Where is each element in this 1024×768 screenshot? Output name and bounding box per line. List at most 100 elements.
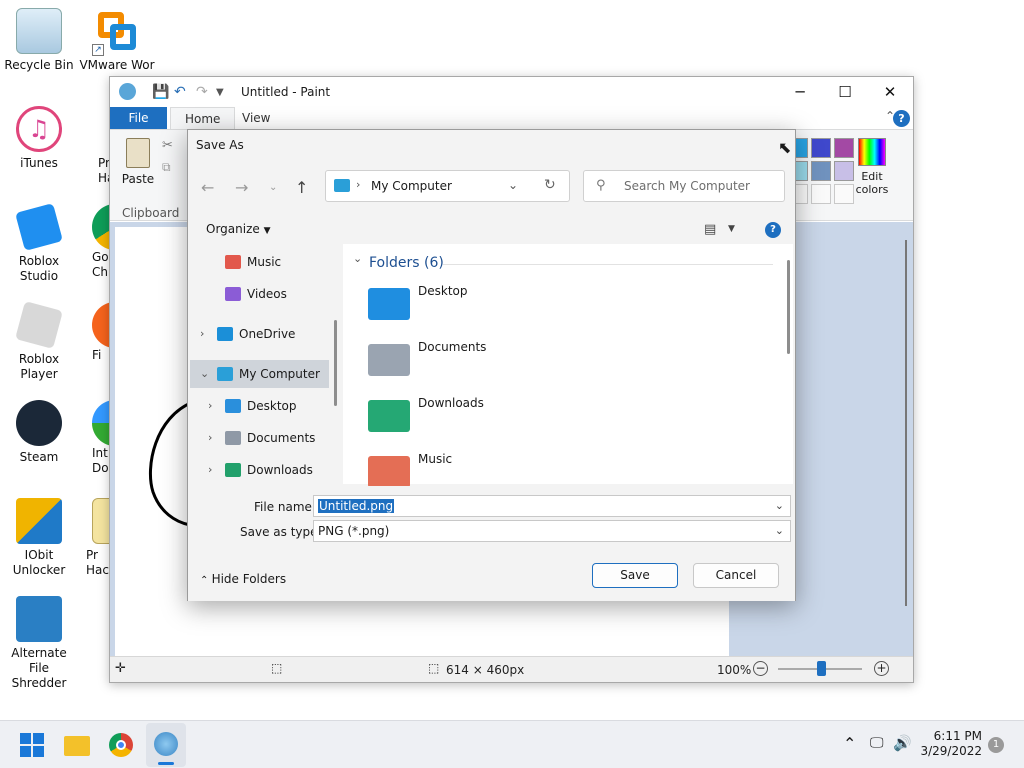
close-button[interactable]: ✕: [867, 77, 913, 107]
folder-item[interactable]: Downloads: [368, 396, 668, 440]
help-icon[interactable]: ?: [893, 110, 910, 127]
edit-colors-button[interactable]: Edit colors: [852, 136, 892, 196]
desktop-icon-hidden-idm[interactable]: Int Dov: [92, 400, 110, 476]
folder-icon: [368, 344, 410, 376]
nav-item[interactable]: › Documents: [190, 424, 329, 452]
address-bar[interactable]: › My Computer ⌄ ↻: [325, 170, 570, 202]
vertical-scrollbar[interactable]: [905, 240, 907, 606]
folder-icon: [368, 400, 410, 432]
cancel-button[interactable]: Cancel: [693, 563, 779, 588]
save-type-dropdown-icon: ⌄: [774, 524, 784, 537]
file-explorer-taskbar-button[interactable]: [64, 733, 90, 757]
desktop-icon-roblox-player[interactable]: Roblox Player: [0, 301, 78, 382]
save-button[interactable]: Save: [592, 563, 678, 588]
steam-icon: [16, 400, 62, 446]
nav-item[interactable]: › Desktop: [190, 392, 329, 420]
refresh-button[interactable]: ↻: [544, 177, 556, 193]
file-list-scrollbar[interactable]: [787, 260, 790, 354]
dialog-title: Save As: [196, 138, 244, 152]
zoom-in-button[interactable]: +: [874, 661, 889, 676]
paste-button[interactable]: Paste: [118, 136, 158, 190]
desktop-icon-file-shredder[interactable]: Alternate File Shredder: [0, 596, 78, 691]
minimize-button[interactable]: ─: [777, 77, 823, 107]
chevron-right-icon[interactable]: ›: [208, 456, 212, 484]
tab-home[interactable]: Home: [170, 107, 236, 129]
download-manager-icon: [92, 400, 110, 446]
view-dropdown-icon[interactable]: ▼: [728, 224, 735, 234]
maximize-button[interactable]: ☐: [822, 77, 868, 107]
palette-color-swatch[interactable]: [834, 161, 854, 181]
file-shredder-icon: [16, 596, 62, 642]
desktop-icon-hidden-chrome[interactable]: Go Ch: [92, 204, 110, 280]
nav-item-icon: [225, 431, 241, 445]
image-size-icon: ⬚: [428, 661, 440, 675]
nav-item[interactable]: Videos: [190, 280, 329, 308]
paint-app-icon: [119, 83, 136, 100]
save-type-select[interactable]: PNG (*.png) ⌄: [313, 520, 791, 542]
desktop-icon-label: Steam: [19, 450, 59, 464]
desktop-icon-steam[interactable]: Steam: [0, 400, 78, 465]
nav-item[interactable]: › Downloads: [190, 456, 329, 484]
desktop-icon-recycle-bin[interactable]: Recycle Bin: [0, 8, 78, 73]
recent-locations-dropdown[interactable]: ⌄: [269, 182, 277, 193]
folders-group-chevron-icon[interactable]: ⌄: [353, 252, 362, 265]
nav-scrollbar[interactable]: [334, 320, 337, 406]
address-dropdown-icon[interactable]: ⌄: [508, 178, 518, 192]
volume-icon[interactable]: 🔊: [893, 734, 912, 752]
tab-file[interactable]: File: [110, 107, 167, 129]
desktop-icon-hidden-2[interactable]: Pr Hack: [86, 498, 110, 578]
show-hidden-icons-button[interactable]: ⌃: [843, 734, 856, 753]
zoom-out-button[interactable]: −: [753, 661, 768, 676]
customize-qat-icon[interactable]: ▼: [216, 87, 224, 98]
nav-item[interactable]: Music: [190, 248, 329, 276]
nav-item-icon: [225, 399, 241, 413]
desktop-icon-hidden-1[interactable]: Pr Ha: [78, 106, 110, 186]
clock[interactable]: 6:11 PM 3/29/2022: [920, 729, 982, 759]
back-button[interactable]: ←: [201, 178, 214, 197]
file-name-input[interactable]: Untitled.png ⌄: [313, 495, 791, 517]
nav-item-icon: [217, 327, 233, 341]
chrome-taskbar-button[interactable]: [109, 733, 133, 757]
desktop-icon-hidden-firefox[interactable]: Fi: [92, 302, 110, 363]
folder-item[interactable]: Desktop: [368, 284, 668, 328]
folder-icon: [368, 456, 410, 488]
desktop-icon-iobit-unlocker[interactable]: IObit Unlocker: [0, 498, 78, 578]
folders-group-header[interactable]: Folders (6): [369, 255, 444, 271]
desktop-icon-itunes[interactable]: ♫ iTunes: [0, 106, 78, 171]
paint-taskbar-button[interactable]: [146, 723, 186, 767]
file-name-dropdown-icon[interactable]: ⌄: [775, 496, 784, 516]
undo-icon[interactable]: ↶: [174, 84, 186, 100]
chevron-down-icon[interactable]: ⌄: [200, 360, 209, 388]
zoom-slider-thumb[interactable]: [817, 661, 826, 676]
view-options-icon[interactable]: ▤: [704, 222, 716, 237]
palette-color-swatch[interactable]: [834, 138, 854, 158]
nav-item[interactable]: ⌄ My Computer: [190, 360, 329, 388]
chevron-right-icon[interactable]: ›: [200, 320, 204, 348]
save-icon[interactable]: 💾: [152, 84, 169, 100]
chevron-right-icon[interactable]: ›: [208, 424, 212, 452]
start-button[interactable]: [20, 733, 44, 757]
notification-badge[interactable]: 1: [988, 737, 1004, 753]
search-box[interactable]: ⚲ Search My Computer: [583, 170, 785, 202]
dialog-help-icon[interactable]: ?: [765, 222, 781, 238]
zoom-level: 100%: [717, 663, 752, 677]
redo-icon[interactable]: ↷: [196, 84, 208, 100]
hide-folders-button[interactable]: ⌃ Hide Folders: [200, 572, 286, 586]
network-icon[interactable]: 🖵: [870, 735, 884, 751]
forward-button[interactable]: →: [235, 178, 248, 197]
palette-empty-swatch[interactable]: [834, 184, 854, 204]
cut-icon[interactable]: ✂: [162, 138, 173, 153]
chevron-right-icon[interactable]: ›: [208, 392, 212, 420]
palette-color-swatch[interactable]: [811, 161, 831, 181]
folder-name: Downloads: [418, 396, 484, 410]
folder-item[interactable]: Documents: [368, 340, 668, 384]
taskbar: ⌃ 🖵 🔊 6:11 PM 3/29/2022 1: [0, 720, 1024, 768]
tab-view[interactable]: View: [228, 107, 284, 129]
palette-color-swatch[interactable]: [811, 138, 831, 158]
nav-item[interactable]: › OneDrive: [190, 320, 329, 348]
organize-button[interactable]: Organize ▼: [206, 222, 271, 236]
copy-icon[interactable]: ⧉: [162, 160, 171, 175]
up-button[interactable]: ↑: [295, 178, 308, 197]
palette-empty-swatch[interactable]: [811, 184, 831, 204]
desktop-icon-roblox-studio[interactable]: Roblox Studio: [0, 203, 78, 284]
